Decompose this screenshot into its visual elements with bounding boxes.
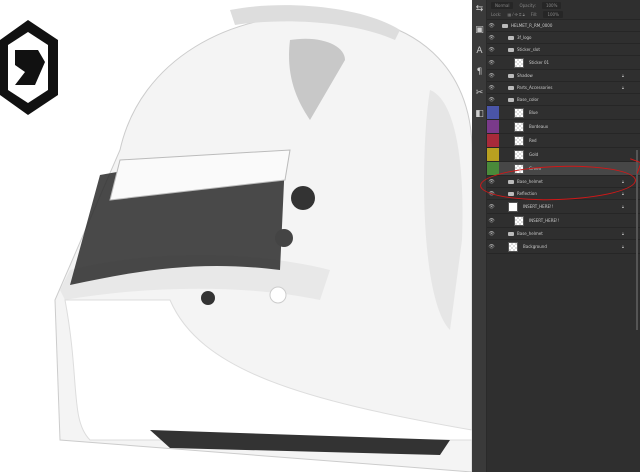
folder-icon — [508, 47, 514, 52]
folder-icon — [508, 85, 514, 90]
layer-row[interactable]: 👁︎ Sticker_slot — [487, 44, 640, 56]
layer-color-label — [487, 148, 499, 161]
folder-icon — [508, 231, 514, 236]
layer-name: Blue — [529, 110, 538, 115]
visibility-eye-icon[interactable]: 👁︎ — [487, 204, 496, 210]
layer-color-label — [487, 134, 499, 147]
layer-row[interactable]: 👁︎ Sticker 01 — [487, 56, 640, 70]
layer-thumbnail — [514, 135, 524, 146]
layer-thumbnail — [508, 201, 518, 212]
layer-row[interactable]: 👁︎Green — [487, 162, 640, 176]
folder-icon — [502, 23, 508, 28]
layer-name: Parts_Accessories — [517, 85, 553, 90]
layer-name: Red — [529, 138, 537, 143]
layer-thumbnail — [514, 215, 524, 226]
visibility-eye-icon[interactable]: 👁︎ — [487, 97, 496, 103]
layer-name: Base_helmet — [517, 179, 543, 184]
lock-icon: 🔒︎ — [621, 204, 624, 209]
blend-mode-select[interactable]: Normal — [491, 1, 514, 9]
helmet-image — [0, 5, 472, 472]
stamp-icon[interactable]: ▣ — [474, 25, 485, 36]
lock-icon: 🔒︎ — [621, 231, 624, 236]
folder-icon — [508, 179, 514, 184]
folder-icon — [508, 97, 514, 102]
layer-thumbnail — [514, 107, 524, 118]
visibility-eye-icon[interactable]: 👁︎ — [487, 47, 496, 53]
layer-row[interactable]: 👁︎Gold — [487, 148, 640, 162]
visibility-eye-icon[interactable]: 👁︎ — [487, 73, 496, 79]
paragraph-icon[interactable]: ¶ — [474, 67, 485, 78]
layer-row[interactable]: 👁︎ Parts_Accessories 🔒︎ — [487, 82, 640, 94]
visibility-eye-icon[interactable]: 👁︎ — [487, 60, 496, 66]
layer-name: 3f_logo — [517, 35, 532, 40]
layer-row[interactable]: 👁︎ Base_color — [487, 94, 640, 106]
layer-row[interactable]: 👁︎ HELMET_R_RM_0000 — [487, 20, 640, 32]
folder-icon — [508, 191, 514, 196]
lock-icon: 🔒︎ — [621, 73, 624, 78]
layer-color-label — [487, 120, 499, 133]
folder-icon — [508, 73, 514, 78]
layers-panel: Normal Opacity: 100% Lock: ▦ ⁄ ✣ ⌗ 🔒︎ Fi… — [487, 0, 640, 472]
visibility-eye-icon[interactable]: 👁︎ — [487, 244, 496, 250]
layer-row[interactable]: 👁︎ INSERT_HERE!! — [487, 214, 640, 228]
layer-name: Sticker_slot — [517, 47, 540, 52]
fill-input[interactable]: 100% — [543, 11, 563, 18]
brand-logo — [0, 20, 58, 115]
layer-row[interactable]: 👁︎ Reflection 🔒︎ — [487, 188, 640, 200]
visibility-eye-icon[interactable]: 👁︎ — [487, 35, 496, 41]
layer-row[interactable]: 👁︎Bordeaux — [487, 120, 640, 134]
character-icon[interactable]: A — [474, 46, 485, 57]
document-canvas[interactable] — [0, 0, 472, 472]
layer-row[interactable]: 👁︎ 3f_logo — [487, 32, 640, 44]
visibility-eye-icon[interactable]: 👁︎ — [487, 23, 496, 29]
layer-thumbnail — [514, 149, 524, 160]
layer-thumbnail — [508, 241, 518, 252]
layer-name: Gold — [529, 152, 539, 157]
layer-row[interactable]: 👁︎ Background 🔒︎ — [487, 240, 640, 254]
layer-name: Sticker 01 — [529, 60, 550, 65]
lock-icon: 🔒︎ — [621, 179, 624, 184]
layer-row[interactable]: 👁︎ Base_helmet 🔒︎ — [487, 228, 640, 240]
layer-name: Green — [529, 166, 542, 171]
scrollbar[interactable] — [636, 150, 638, 330]
visibility-eye-icon[interactable]: 👁︎ — [487, 179, 496, 185]
layer-row[interactable]: 👁︎Blue — [487, 106, 640, 120]
layer-name: Base_helmet — [517, 231, 543, 236]
visibility-eye-icon[interactable]: 👁︎ — [487, 85, 496, 91]
fill-label: Fill: — [530, 12, 538, 17]
layer-name: INSERT_HERE!! — [523, 204, 554, 209]
opacity-label: Opacity: — [519, 2, 536, 8]
layer-thumbnail — [514, 121, 524, 132]
lock-icon: 🔒︎ — [621, 85, 624, 90]
layer-color-label — [487, 106, 499, 119]
layer-row[interactable]: 👁︎Red — [487, 134, 640, 148]
visibility-eye-icon[interactable]: 👁︎ — [487, 231, 496, 237]
tools-icon[interactable]: ✂ — [474, 88, 485, 99]
tools-strip: ⇆ ▣ A ¶ ✂ ◧ — [472, 0, 487, 472]
layer-name: Shadow — [517, 73, 533, 78]
visibility-eye-icon[interactable]: 👁︎ — [487, 191, 496, 197]
lock-label: Lock: — [491, 12, 502, 17]
adjust-icon[interactable]: ⇆ — [474, 4, 485, 15]
lock-icons[interactable]: ▦ ⁄ ✣ ⌗ 🔒︎ — [507, 12, 524, 17]
layer-thumbnail — [514, 57, 524, 68]
lock-icon: 🔒︎ — [621, 191, 624, 196]
layer-thumbnail — [514, 163, 524, 174]
opacity-input[interactable]: 100% — [541, 1, 562, 9]
lock-icon: 🔒︎ — [621, 244, 624, 249]
layer-row[interactable]: 👁︎ INSERT_HERE!! 🔒︎ — [487, 200, 640, 214]
layer-color-label — [487, 162, 499, 175]
properties-icon[interactable]: ◧ — [474, 109, 485, 120]
layer-name: Background — [523, 244, 547, 249]
layer-name: Base_color — [517, 97, 539, 102]
layer-name: INSERT_HERE!! — [529, 218, 560, 223]
layer-name: Bordeaux — [529, 124, 549, 129]
visibility-eye-icon[interactable]: 👁︎ — [487, 218, 496, 224]
folder-icon — [508, 35, 514, 40]
layer-name: Reflection — [517, 191, 537, 196]
layer-row[interactable]: 👁︎ Shadow 🔒︎ — [487, 70, 640, 82]
layer-row[interactable]: 👁︎ Base_helmet 🔒︎ — [487, 176, 640, 188]
layer-name: HELMET_R_RM_0000 — [511, 23, 553, 28]
